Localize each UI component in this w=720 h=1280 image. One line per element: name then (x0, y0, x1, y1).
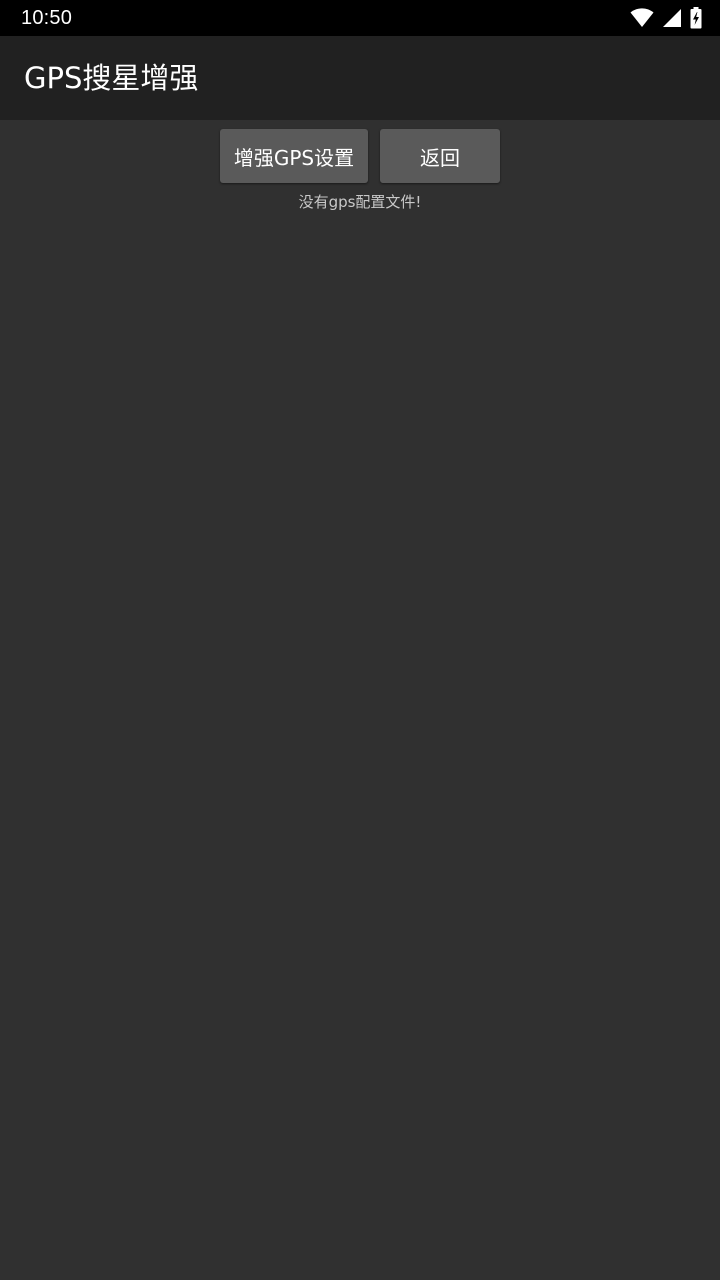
wifi-icon (630, 8, 654, 28)
battery-charging-icon (690, 7, 702, 29)
cell-signal-icon (662, 8, 682, 28)
status-bar: 10:50 (0, 0, 720, 36)
status-message: 没有gps配置文件! (298, 193, 422, 211)
app-bar: GPS搜星增强 (0, 36, 720, 120)
status-icons (630, 7, 702, 29)
app-title: GPS搜星增强 (24, 61, 199, 95)
main-content: 增强GPS设置 返回 没有gps配置文件! (0, 120, 720, 1280)
back-button[interactable]: 返回 (380, 129, 500, 183)
action-button-row: 增强GPS设置 返回 (0, 129, 720, 183)
enhance-gps-settings-button[interactable]: 增强GPS设置 (220, 129, 368, 183)
status-time: 10:50 (21, 7, 73, 29)
